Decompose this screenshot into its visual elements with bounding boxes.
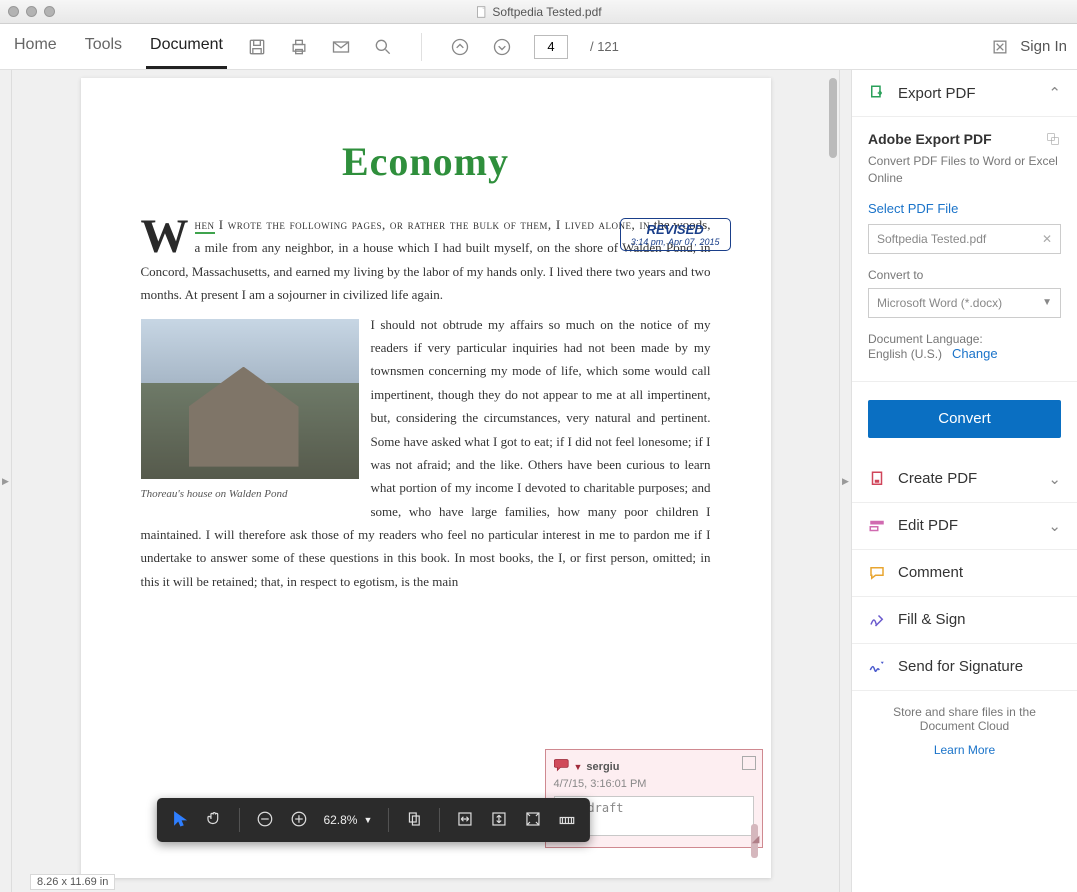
language-label: Document Language: xyxy=(868,332,983,346)
revised-stamp[interactable]: REVISED 3:14 pm, Apr 07, 2015 xyxy=(620,218,731,251)
comment-date: 4/7/15, 3:16:01 PM xyxy=(554,778,754,790)
tools-panel: Export PDF ⌃ Adobe Export PDF Convert PD… xyxy=(851,70,1077,892)
settings-icon[interactable] xyxy=(1045,131,1061,147)
status-bar: 8.26 x 11.69 in xyxy=(30,874,115,890)
cloud-close-icon xyxy=(990,37,1010,57)
export-pdf-body: Adobe Export PDF Convert PDF Files to Wo… xyxy=(852,117,1077,382)
edit-pdf-item[interactable]: Edit PDF ⌄ xyxy=(852,503,1077,550)
page-number-input[interactable] xyxy=(534,35,568,59)
send-signature-item[interactable]: Send for Signature xyxy=(852,644,1077,691)
nav-tabs: Home Tools Document xyxy=(10,24,227,69)
chevron-down-icon: ⌄ xyxy=(1048,517,1061,535)
hand-tool[interactable] xyxy=(204,810,222,831)
chevron-down-icon: ▼ xyxy=(363,815,372,825)
export-pdf-icon xyxy=(868,84,886,102)
chevron-down-icon[interactable]: ▼ xyxy=(574,762,583,772)
zoom-out-button[interactable] xyxy=(255,810,273,831)
page-heading: Economy xyxy=(141,138,711,185)
zoom-in-button[interactable] xyxy=(289,810,307,831)
export-description: Convert PDF Files to Word or Excel Onlin… xyxy=(868,153,1061,187)
print-icon[interactable] xyxy=(289,37,309,57)
right-panel-toggle[interactable]: ▶ xyxy=(839,70,851,892)
drop-cap: W xyxy=(141,213,195,258)
resize-grip-icon[interactable]: ◢ xyxy=(752,834,760,845)
zoom-level[interactable]: 62.8%▼ xyxy=(323,813,372,827)
change-language-link[interactable]: Change xyxy=(952,346,998,361)
page-up-icon[interactable] xyxy=(450,37,470,57)
stamp-time: 3:14 pm, Apr 07, 2015 xyxy=(631,237,720,247)
window-title: Softpedia Tested.pdf xyxy=(475,5,601,19)
pdf-file-icon xyxy=(475,6,487,18)
format-select[interactable]: Microsoft Word (*.docx) ▼ xyxy=(868,288,1061,318)
signature-icon xyxy=(868,658,886,676)
nav-home[interactable]: Home xyxy=(10,24,61,69)
main-toolbar: Home Tools Document / 121 Sign In xyxy=(0,24,1077,70)
zoom-icon[interactable] xyxy=(44,6,55,17)
document-viewport[interactable]: Economy REVISED 3:14 pm, Apr 07, 2015 W … xyxy=(12,70,839,892)
cloud-footer: Store and share files in the Document Cl… xyxy=(852,691,1077,771)
convert-button[interactable]: Convert xyxy=(868,400,1061,438)
window-titlebar: Softpedia Tested.pdf xyxy=(0,0,1077,24)
create-pdf-icon xyxy=(868,470,886,488)
comment-item[interactable]: Comment xyxy=(852,550,1077,597)
export-pdf-header[interactable]: Export PDF ⌃ xyxy=(852,70,1077,117)
save-icon[interactable] xyxy=(247,37,267,57)
create-pdf-item[interactable]: Create PDF ⌄ xyxy=(852,456,1077,503)
figure: Thoreau's house on Walden Pond xyxy=(141,319,359,505)
chevron-right-icon: ▶ xyxy=(842,476,849,487)
minimize-icon[interactable] xyxy=(742,756,756,770)
chevron-down-icon: ▼ xyxy=(1042,297,1052,308)
fit-width-icon[interactable] xyxy=(456,810,474,831)
convert-to-label: Convert to xyxy=(868,268,1061,282)
page-down-icon[interactable] xyxy=(492,37,512,57)
chevron-up-icon: ⌃ xyxy=(1048,84,1061,102)
figure-caption: Thoreau's house on Walden Pond xyxy=(141,485,359,505)
comment-author: sergiu xyxy=(586,761,619,773)
view-controls-bar: 62.8%▼ xyxy=(156,798,590,842)
stamp-title: REVISED xyxy=(631,222,720,237)
body-text: W hen I wrote the following pages, or ra… xyxy=(141,213,711,593)
minimize-icon[interactable] xyxy=(26,6,37,17)
close-icon[interactable] xyxy=(8,6,19,17)
comment-icon xyxy=(868,564,886,582)
fill-sign-item[interactable]: Fill & Sign xyxy=(852,597,1077,644)
traffic-lights xyxy=(8,6,55,17)
language-value: English (U.S.) xyxy=(868,347,942,361)
sign-in[interactable]: Sign In xyxy=(990,37,1067,57)
search-icon[interactable] xyxy=(373,37,393,57)
select-tool[interactable] xyxy=(170,810,188,831)
learn-more-link[interactable]: Learn More xyxy=(870,743,1059,757)
left-panel-toggle[interactable]: ▶ xyxy=(0,70,12,892)
nav-document[interactable]: Document xyxy=(146,24,227,69)
nav-tools[interactable]: Tools xyxy=(81,24,126,69)
clear-file-icon[interactable]: ✕ xyxy=(1042,232,1052,246)
fullscreen-icon[interactable] xyxy=(524,810,542,831)
fit-height-icon[interactable] xyxy=(490,810,508,831)
selected-file-box[interactable]: Softpedia Tested.pdf ✕ xyxy=(868,224,1061,254)
comment-bubble-icon xyxy=(554,758,570,775)
read-mode-icon[interactable] xyxy=(558,810,576,831)
vertical-scrollbar[interactable] xyxy=(829,78,837,158)
chevron-right-icon: ▶ xyxy=(2,476,9,487)
fit-page-icon[interactable] xyxy=(405,810,423,831)
export-subheading: Adobe Export PDF xyxy=(868,131,992,147)
mail-icon[interactable] xyxy=(331,37,351,57)
figure-image xyxy=(141,319,359,479)
pdf-page: Economy REVISED 3:14 pm, Apr 07, 2015 W … xyxy=(81,78,771,878)
chevron-down-icon: ⌄ xyxy=(1048,470,1061,488)
select-pdf-link[interactable]: Select PDF File xyxy=(868,201,1061,216)
fill-sign-icon xyxy=(868,611,886,629)
edit-pdf-icon xyxy=(868,517,886,535)
page-count: / 121 xyxy=(590,39,619,54)
